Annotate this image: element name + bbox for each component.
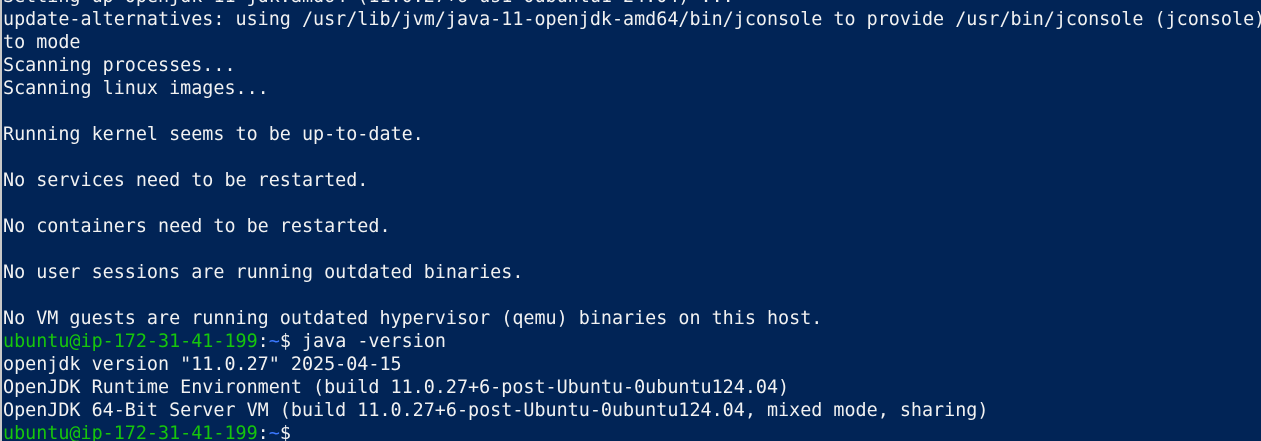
prompt-symbol: $ bbox=[279, 423, 291, 441]
active-prompt-line[interactable]: ubuntu@ip-172-31-41-199:~$ bbox=[3, 422, 1261, 441]
prompt-path: ~ bbox=[268, 331, 280, 352]
output-line: No containers need to be restarted. bbox=[3, 216, 391, 237]
output-line: to mode bbox=[3, 32, 81, 53]
prompt-user: ubuntu@ip-172-31-41-199 bbox=[3, 331, 258, 352]
output-line: No services need to be restarted. bbox=[3, 170, 369, 191]
output-line: No user sessions are running outdated bi… bbox=[3, 262, 524, 283]
prompt-separator: : bbox=[257, 331, 269, 352]
output-line: openjdk version "11.0.27" 2025-04-15 bbox=[3, 354, 402, 375]
output-line: OpenJDK Runtime Environment (build 11.0.… bbox=[3, 377, 790, 398]
prompt-symbol: $ bbox=[279, 331, 302, 352]
prompt-user: ubuntu@ip-172-31-41-199 bbox=[3, 423, 258, 441]
output-line: Scanning processes... bbox=[3, 55, 236, 76]
output-line: Running kernel seems to be up-to-date. bbox=[3, 124, 424, 145]
output-line: OpenJDK 64-Bit Server VM (build 11.0.27+… bbox=[3, 400, 989, 421]
output-line: update-alternatives: using /usr/lib/jvm/… bbox=[3, 9, 1261, 30]
output-line: Scanning linux images... bbox=[3, 78, 269, 99]
terminal-window[interactable]: Setting up openjdk-11-jdk:amd64 (11.0.27… bbox=[0, 0, 1261, 441]
prompt-separator: : bbox=[257, 423, 269, 441]
output-line: Setting up openjdk-11-jdk:amd64 (11.0.27… bbox=[3, 0, 1261, 8]
output-line: No VM guests are running outdated hyperv… bbox=[3, 308, 823, 329]
prompt-path: ~ bbox=[268, 423, 280, 441]
prompt-line: ubuntu@ip-172-31-41-199:~$ java -version bbox=[3, 330, 1261, 353]
terminal-output: Setting up openjdk-11-jdk:amd64 (11.0.27… bbox=[3, 0, 1261, 441]
command-text: java -version bbox=[301, 331, 446, 352]
